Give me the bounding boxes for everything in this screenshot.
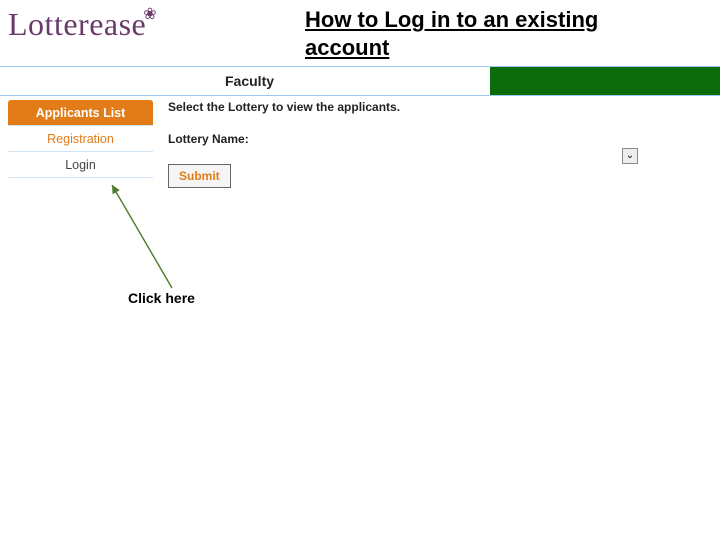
- sidebar-item-registration[interactable]: Registration: [8, 126, 153, 152]
- sidebar-item-login[interactable]: Login: [8, 152, 153, 178]
- page-title: How to Log in to an existing account: [305, 6, 625, 61]
- submit-button[interactable]: Submit: [168, 164, 231, 188]
- logo-text: Lotterease: [8, 6, 146, 42]
- lottery-row: Lottery Name:: [168, 132, 668, 146]
- flower-icon: ❀: [143, 4, 157, 24]
- instruction-text: Select the Lottery to view the applicant…: [168, 100, 668, 114]
- header-bar-right: [490, 67, 720, 95]
- sidebar-item-applicants[interactable]: Applicants List: [8, 100, 153, 126]
- main-content: Select the Lottery to view the applicant…: [168, 100, 668, 188]
- click-here-label: Click here: [128, 290, 195, 306]
- header-bar-label: Faculty: [225, 73, 274, 89]
- logo: Lotterease❀: [8, 6, 157, 43]
- sidebar: Applicants List Registration Login: [8, 100, 153, 178]
- lottery-dropdown[interactable]: ⌄: [622, 148, 638, 164]
- lottery-label: Lottery Name:: [168, 132, 268, 146]
- header-bar: Faculty: [0, 66, 720, 96]
